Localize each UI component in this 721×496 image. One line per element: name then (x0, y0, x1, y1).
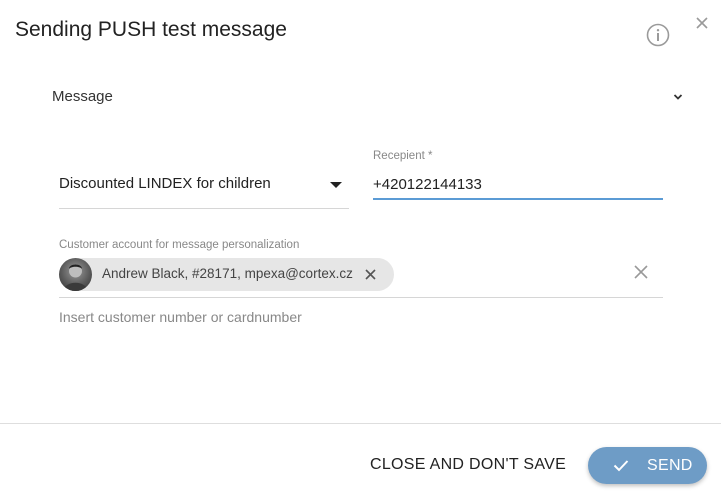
caret-down-icon (330, 182, 342, 188)
check-icon (613, 460, 629, 472)
remove-chip-icon[interactable] (364, 268, 377, 281)
info-icon[interactable] (646, 23, 670, 47)
template-select-value: Discounted LINDEX for children (59, 175, 271, 192)
recipient-field: Recepient * (373, 150, 663, 208)
send-button[interactable]: SEND (588, 447, 707, 484)
customer-chip: Andrew Black, #28171, mpexa@cortex.cz (59, 258, 394, 291)
customer-search-input[interactable] (59, 306, 663, 328)
send-label: SEND (647, 457, 693, 474)
recipient-label: Recepient * (373, 150, 433, 162)
section-label: Message (52, 88, 113, 105)
close-without-save-button[interactable]: CLOSE AND DON'T SAVE (362, 448, 574, 482)
avatar (59, 258, 92, 291)
template-select[interactable]: Discounted LINDEX for children (59, 164, 349, 209)
footer-divider (0, 423, 721, 424)
clear-icon[interactable] (633, 264, 649, 280)
customer-chip-text: Andrew Black, #28171, mpexa@cortex.cz (102, 266, 353, 281)
close-icon[interactable] (695, 16, 709, 30)
dialog-title: Sending PUSH test message (15, 18, 287, 41)
message-section-header[interactable]: Message (52, 86, 686, 108)
recipient-input[interactable] (373, 170, 663, 200)
chevron-down-icon (673, 94, 683, 100)
customer-label: Customer account for message personaliza… (59, 239, 300, 251)
customer-field: Customer account for message personaliza… (59, 239, 663, 298)
